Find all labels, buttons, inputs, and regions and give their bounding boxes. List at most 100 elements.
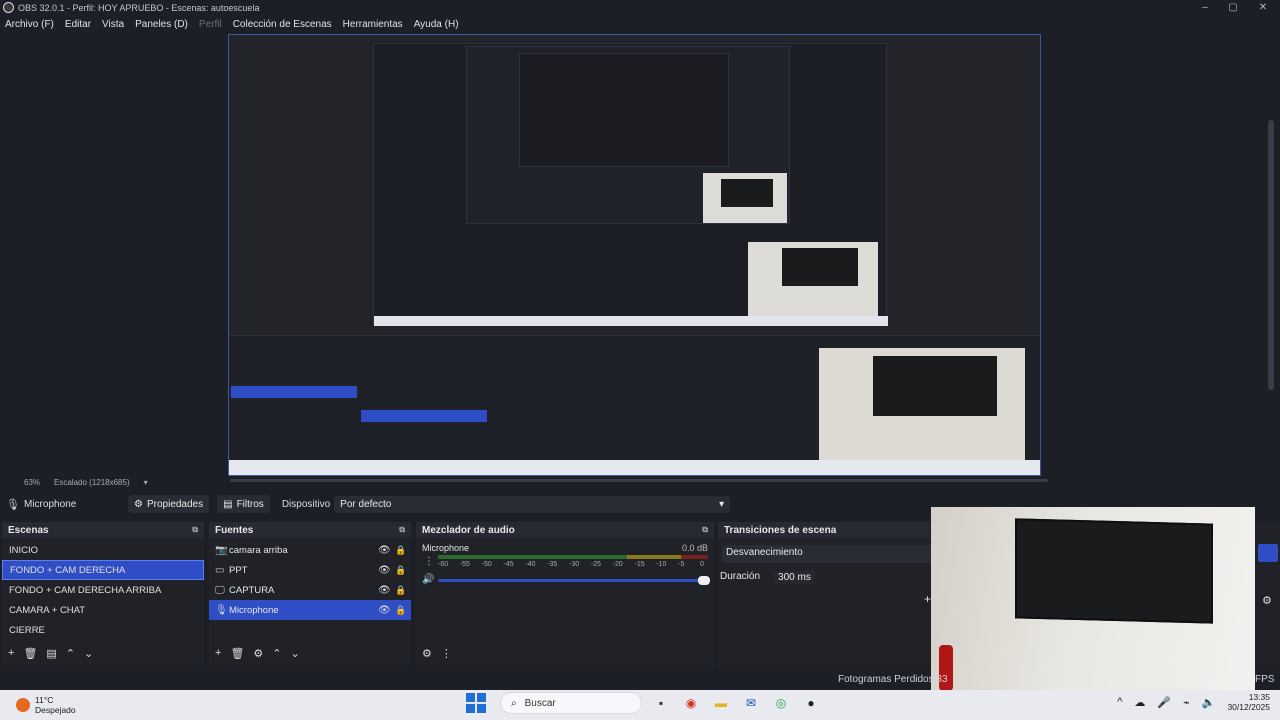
selected-source-name: Microphone [24,498,77,510]
gear-icon: ⚙ [134,498,143,510]
dock-undock-icon[interactable]: ⧉ [702,525,708,535]
eye-icon[interactable]: 👁 [378,565,395,576]
source-row[interactable]: 📷 camara arriba 👁 🔒 [209,540,411,560]
start-streaming-button[interactable] [1258,544,1278,562]
scene-item[interactable]: CAMARA + CHAT [2,600,204,620]
chevron-up-icon[interactable]: ⌃ [272,647,281,660]
zoom-level[interactable]: 63% [24,478,40,487]
filter-icon[interactable]: ▤ [46,647,56,660]
scene-item[interactable]: FONDO + CAM DERECHA ARRIBA [2,580,204,600]
monitor-icon: 🖵 [215,584,225,596]
clock[interactable]: 13:35 30/12/2025 [1227,692,1270,712]
gear-icon[interactable]: ⚙ [1262,594,1272,607]
meter-tick-label: -60 [438,561,449,568]
trash-icon[interactable]: 🗑 [230,647,244,660]
menu-profile[interactable]: Perfil [199,19,222,30]
windows-start-icon[interactable] [466,693,486,713]
controls-dock-partial: ⚙ [1256,522,1280,666]
cloud-icon[interactable]: ☁ [1134,696,1145,709]
device-label: Dispositivo [281,498,331,510]
menu-scene-collection[interactable]: Colección de Escenas [233,19,332,30]
menu-help[interactable]: Ayuda (H) [414,19,459,30]
menu-tools[interactable]: Herramientas [343,19,403,30]
add-transition-icon[interactable]: + [924,592,931,606]
eye-icon[interactable]: 👁 [378,605,395,616]
nested-webcam-2 [748,242,878,316]
meter-tick-label: -20 [612,561,623,568]
meter-tick-label: -45 [503,561,514,568]
dock-undock-icon[interactable]: ⧉ [399,525,405,535]
add-icon[interactable]: + [8,647,14,660]
mail-icon[interactable]: ✉ [740,692,762,714]
filters-button[interactable]: ▤ Filtros [217,495,270,513]
kebab-menu-icon[interactable]: ⋮ [441,647,452,660]
obs-taskbar-icon[interactable]: ● [800,692,822,714]
task-view-icon[interactable]: ▪ [650,692,672,714]
nested-taskbar [374,316,888,326]
search-icon: ⌕ [511,697,517,709]
chevron-down-icon[interactable]: ⌄ [84,647,93,660]
preview-canvas[interactable] [228,34,1041,476]
lock-icon[interactable]: 🔒 [395,605,406,616]
menu-file[interactable]: Archivo (F) [5,19,54,30]
add-icon[interactable]: + [215,647,221,660]
eye-icon[interactable]: 👁 [378,545,395,556]
device-select[interactable]: Por defecto ▾ [334,495,731,513]
speaker-icon[interactable]: 🔊 [422,574,434,585]
volume-icon[interactable]: 🔈 [1202,696,1216,709]
camera-icon: 📷 [215,544,228,556]
meter-tick-label: -50 [481,561,492,568]
sources-toolbar: + 🗑 ⚙ ⌃ ⌄ [215,647,300,660]
source-row[interactable]: 🖵 CAPTURA 👁 🔒 [209,580,411,600]
weather-icon [16,698,30,712]
microphone-icon: 🎙 [215,604,228,616]
sources-list: 📷 camara arriba 👁 🔒 ▭ PPT 👁 🔒 🖵 CAPTURA … [209,538,411,620]
file-explorer-icon[interactable]: ▬ [710,692,732,714]
nested-preview-deep [519,53,729,167]
mic-tray-icon[interactable]: 🎤 [1157,696,1171,709]
volume-meter [438,555,708,559]
gear-icon[interactable]: ⚙ [253,647,263,660]
transition-select[interactable]: Desvanecimiento [722,545,942,563]
scene-item-selected[interactable]: FONDO + CAM DERECHA [2,560,204,580]
source-row-selected[interactable]: 🎙 Microphone 👁 🔒 [209,600,411,620]
preview-scrollbar-vertical[interactable] [1268,120,1274,390]
chrome-icon[interactable]: ◉ [680,692,702,714]
scale-label[interactable]: Escalado (1218x685) [54,478,130,487]
window-icon: ▭ [215,564,225,576]
menu-docks[interactable]: Paneles (D) [135,19,188,30]
eye-icon[interactable]: 👁 [378,585,395,596]
microphone-icon: 🎙 [6,498,20,511]
kebab-menu-icon[interactable]: ⋮ [424,556,434,567]
mixer-header: Mezclador de audio ⧉ [416,522,714,538]
taskbar-search[interactable]: ⌕ Buscar [500,692,642,714]
scene-item[interactable]: INICIO [2,540,204,560]
lock-icon[interactable]: 🔒 [395,585,406,596]
minimize-button[interactable]: – [1190,0,1220,15]
volume-slider-handle[interactable] [698,576,710,585]
weather-widget[interactable]: 11°C Despejado [16,695,76,715]
lock-icon[interactable]: 🔒 [395,545,406,556]
preview-scrollbar-horizontal[interactable] [230,478,1050,483]
chevron-up-icon[interactable]: ^ [1117,696,1122,708]
chevron-up-icon[interactable]: ⌃ [66,647,75,660]
menu-edit[interactable]: Editar [65,19,91,30]
chevron-down-icon[interactable]: ⌄ [291,647,300,660]
network-icon[interactable]: ⌁ [1183,696,1190,709]
close-button[interactable]: ✕ [1248,0,1278,15]
trash-icon[interactable]: 🗑 [23,647,37,660]
nested-webcam [703,173,787,223]
menu-view[interactable]: Vista [102,19,124,30]
properties-button[interactable]: ⚙ Propiedades [128,495,210,513]
scene-item[interactable]: CIERRE [2,620,204,640]
duration-input[interactable]: 300 ms [774,571,815,584]
scale-dropdown-icon[interactable]: ▾ [144,478,148,487]
lock-icon[interactable]: 🔒 [395,565,406,576]
source-row[interactable]: ▭ PPT 👁 🔒 [209,560,411,580]
dock-undock-icon[interactable]: ⧉ [192,525,198,535]
volume-slider[interactable] [438,576,710,585]
maximize-button[interactable]: ▢ [1218,0,1248,15]
sources-header: Fuentes ⧉ [209,522,411,538]
gear-icon[interactable]: ⚙ [422,647,432,660]
whatsapp-icon[interactable]: ◎ [770,692,792,714]
